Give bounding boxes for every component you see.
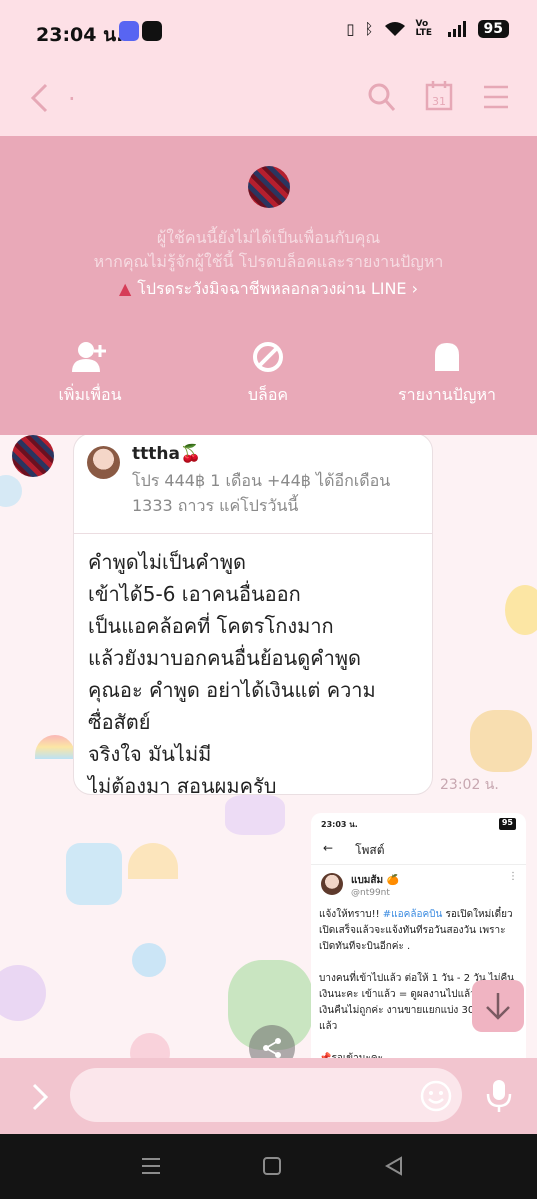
battery-indicator: 95 [477, 20, 509, 38]
tiktok-icon [142, 21, 162, 41]
image-post-header: ← โพสต์ [311, 835, 526, 865]
report-label: รายงานปัญหา [397, 385, 496, 404]
not-friend-notice: ผู้ใช้คนนี้ยังไม่ได้เป็นเพื่อนกับคุณ [156, 228, 381, 247]
discord-icon [119, 21, 139, 41]
block-button[interactable]: บล็อค [178, 341, 358, 408]
network-type: Vo LTE [415, 19, 433, 38]
scam-warning-link[interactable]: ▲ โปรดระวังมิจฉาชีพหลอกลวงผ่าน LINE › [0, 277, 537, 302]
message-input-bar [0, 1058, 537, 1134]
background-sticker [0, 475, 22, 507]
add-friend-label: เพิ่มเพื่อน [58, 385, 122, 404]
search-icon[interactable] [367, 82, 397, 114]
report-button[interactable]: รายงานปัญหา [357, 341, 537, 408]
system-nav-bar [0, 1134, 537, 1199]
signal-icon [447, 21, 466, 37]
back-nav-icon[interactable] [384, 1156, 404, 1176]
chat-area[interactable]: tttha🍒 โปร 444฿ 1 เดือน +44฿ ได้อีกเดือน… [0, 435, 537, 1058]
non-friend-panel: ผู้ใช้คนนี้ยังไม่ได้เป็นเพื่อนกับคุณ หาก… [0, 136, 537, 435]
warning-icon: ▲ [118, 279, 132, 298]
image-user-name: แบมส้ม 🍊 [351, 875, 400, 886]
report-icon [435, 343, 459, 371]
message-field[interactable] [70, 1068, 462, 1122]
back-arrow-icon: ← [323, 841, 334, 855]
background-sticker [66, 843, 122, 905]
recent-apps-icon[interactable] [140, 1156, 162, 1176]
status-time: 23:04 น. [36, 24, 124, 46]
chat-title: . [68, 78, 76, 106]
status-bar: 23:04 น. ▯ ᛒ Vo LTE 95 [0, 0, 537, 62]
bluetooth-icon: ᛒ [364, 20, 374, 38]
image-battery: 95 [498, 818, 516, 830]
microphone-icon[interactable] [485, 1078, 513, 1114]
menu-icon[interactable] [483, 84, 509, 110]
image-user-avatar [321, 873, 343, 895]
chevron-right-icon: › [406, 279, 419, 298]
block-label: บล็อค [247, 385, 289, 404]
scroll-to-bottom-button[interactable] [472, 980, 524, 1032]
message-bubble[interactable]: tttha🍒 โปร 444฿ 1 เดือน +44฿ ได้อีกเดือน… [73, 435, 433, 795]
message-text: คำพูดไม่เป็นคำพูด เข้าได้5-6 เอาคนอื่นออ… [88, 550, 376, 795]
quoted-reply[interactable]: tttha🍒 โปร 444฿ 1 เดือน +44฿ ได้อีกเดือน… [74, 435, 432, 534]
block-icon [253, 342, 283, 372]
svg-text:31: 31 [432, 95, 446, 108]
add-friend-button[interactable]: เพิ่มเพื่อน [0, 341, 180, 408]
message-time: 23:02 น. [440, 777, 499, 793]
quoted-text: โปร 444฿ 1 เดือน +44฿ ได้อีกเดือน 1333 ถ… [132, 471, 391, 515]
image-user-handle: @nt99nt [351, 888, 390, 898]
expand-chevron-icon[interactable] [30, 1082, 50, 1112]
image-status-time: 23:03 น. [321, 820, 358, 829]
sender-avatar[interactable] [12, 435, 54, 477]
image-status-bar: 23:03 น. 95 [311, 813, 526, 835]
home-icon[interactable] [262, 1156, 282, 1176]
image-post-title: โพสต์ [355, 843, 385, 857]
background-sticker [132, 943, 166, 977]
background-sticker [130, 1033, 170, 1058]
background-sticker [35, 735, 75, 759]
vibrate-icon: ▯ [346, 20, 355, 38]
background-sticker [505, 585, 537, 635]
image-post-user: แบมส้ม 🍊 @nt99nt ⋮ [311, 865, 526, 907]
share-icon [263, 1038, 281, 1058]
calendar-icon[interactable]: 31 [425, 80, 453, 112]
chat-header: . 31 [0, 62, 537, 136]
scam-warning-text: โปรดระวังมิจฉาชีพหลอกลวงผ่าน LINE [137, 279, 407, 298]
add-friend-icon [72, 342, 106, 372]
avatar[interactable] [248, 166, 290, 208]
background-sticker [470, 710, 532, 772]
background-sticker [0, 965, 46, 1021]
background-sticker [128, 843, 178, 879]
quoted-avatar [87, 446, 120, 479]
image-post-hashtag: #แอคล้อคบิน [382, 909, 443, 920]
more-icon: ⋮ [508, 871, 518, 882]
arrow-down-icon [486, 993, 510, 1020]
emoji-icon[interactable] [420, 1080, 452, 1112]
back-icon[interactable] [28, 82, 50, 114]
background-sticker [225, 795, 285, 835]
image-post-text-intro: แจ้งให้ทราบ!! [319, 909, 383, 920]
wifi-icon [384, 22, 405, 36]
quoted-name: tttha🍒 [132, 444, 202, 464]
block-report-hint: หากคุณไม่รู้จักผู้ใช้นี้ โปรดบล็อคและราย… [93, 252, 444, 271]
message-input[interactable] [70, 1068, 410, 1122]
